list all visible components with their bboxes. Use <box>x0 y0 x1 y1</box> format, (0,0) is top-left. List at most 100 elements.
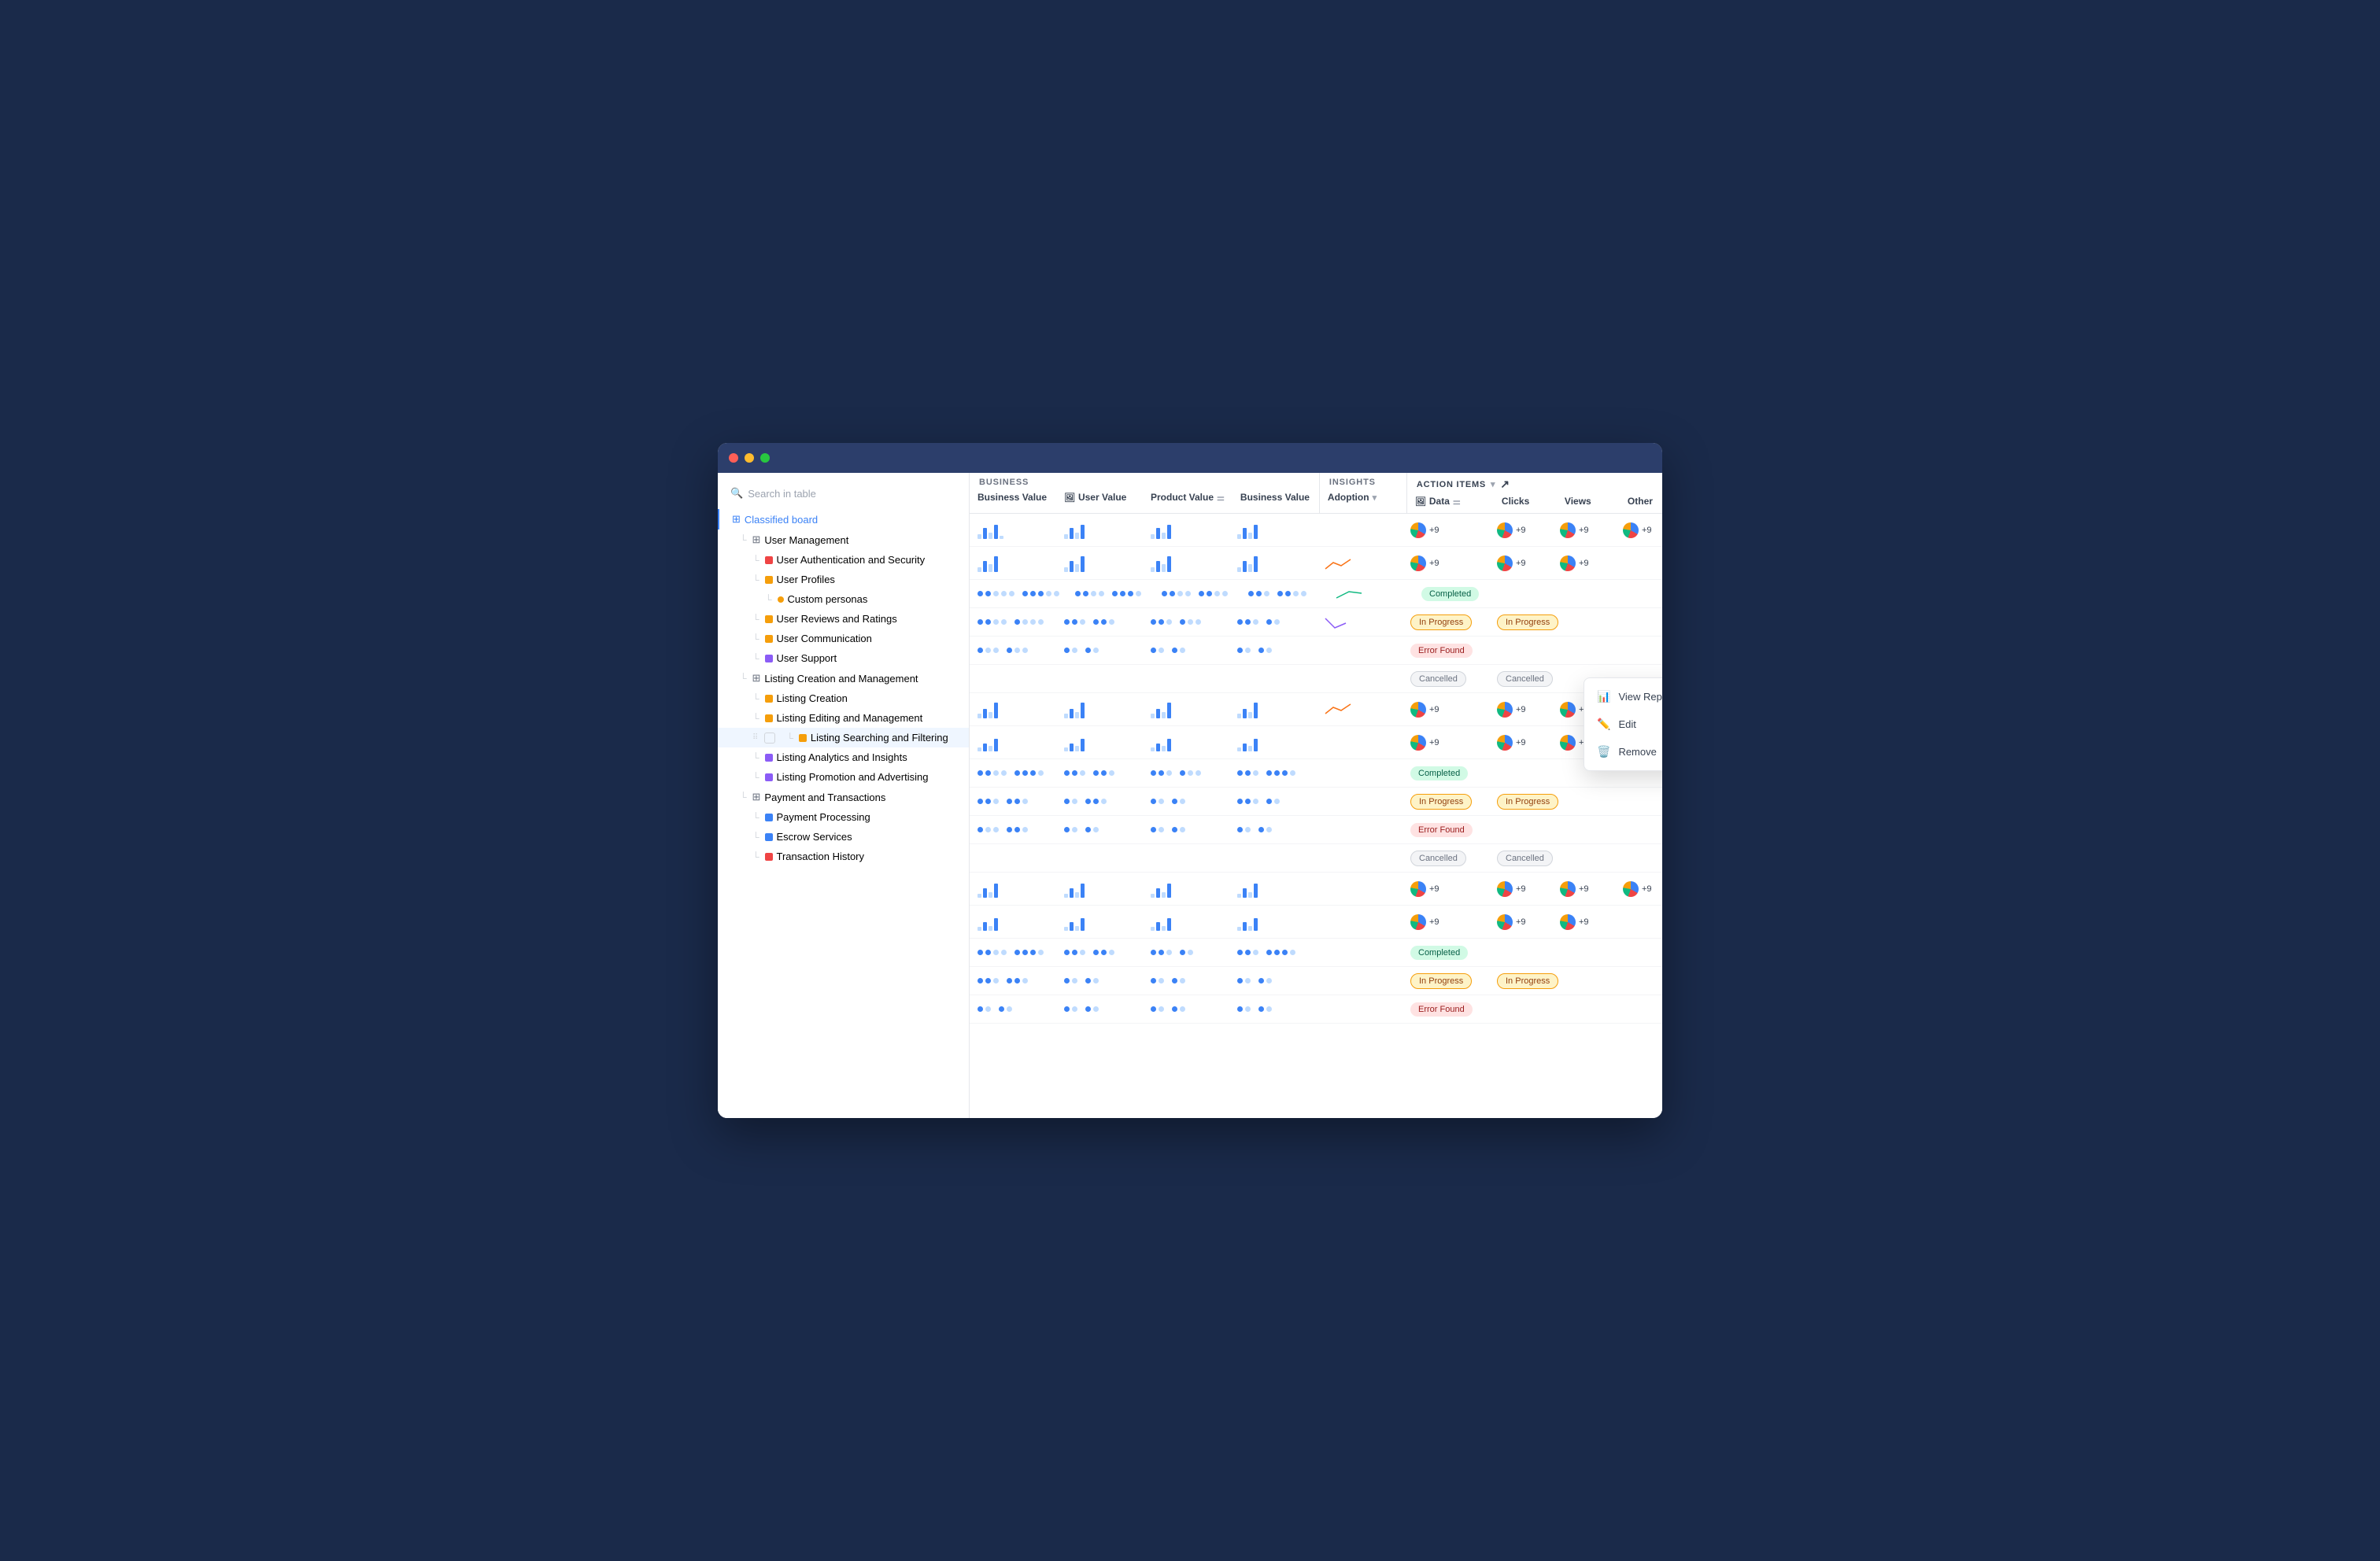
cell-status-errorfound: Error Found <box>1402 999 1489 1020</box>
connector-icon: └ <box>752 574 759 585</box>
tree-label: Transaction History <box>777 851 865 862</box>
cell-adoption <box>1316 855 1402 862</box>
cell-status-errorfound: Error Found <box>1402 820 1489 840</box>
cell-uv <box>1056 910 1143 934</box>
cell-bv2-1 <box>1229 518 1316 542</box>
connector-icon: └ <box>752 812 759 823</box>
sidebar-item-listing-searching[interactable]: ⠿ └ Listing Searching and Filtering <box>718 728 969 747</box>
tree-label: Listing Editing and Management <box>777 712 923 724</box>
sidebar-item-user-support[interactable]: └ User Support <box>718 648 969 668</box>
col-views[interactable]: Views <box>1557 493 1620 513</box>
status-dot-purple <box>765 754 773 762</box>
cell-bv1 <box>970 518 1056 542</box>
sidebar-item-user-auth[interactable]: └ User Authentication and Security <box>718 550 969 570</box>
filter-icon[interactable]: ▾ <box>1373 493 1377 503</box>
search-bar[interactable]: 🔍 Search in table <box>718 481 969 509</box>
connector-icon: └ <box>740 673 747 684</box>
cell-bv <box>970 767 1056 779</box>
dropdown-icon[interactable]: ▾ <box>1491 479 1495 489</box>
ctx-label: Remove <box>1618 746 1656 758</box>
cell-bv2 <box>1229 616 1316 628</box>
status-badge: In Progress <box>1497 973 1558 989</box>
cell-bv <box>970 1003 1056 1015</box>
context-menu-view-report[interactable]: 📊 View Report <box>1584 683 1662 710</box>
table-row: Error Found <box>970 816 1662 844</box>
tree-label: Payment and Transactions <box>764 792 885 803</box>
cell-bv2 <box>1229 552 1316 575</box>
col-label: Clicks <box>1502 496 1529 507</box>
sidebar-item-user-management[interactable]: └ ⊞ User Management <box>718 530 969 550</box>
sidebar-item-transaction-history[interactable]: └ Transaction History <box>718 847 969 866</box>
tree-label: Custom personas <box>788 593 868 605</box>
cell-uv <box>1056 947 1143 958</box>
cell-views-empty <box>1563 591 1626 597</box>
sidebar-item-payment-transactions[interactable]: └ ⊞ Payment and Transactions <box>718 787 969 807</box>
cell-pv <box>1143 855 1229 862</box>
business-col-headers: Business Value 🖼 User Value Product Valu… <box>970 489 1319 509</box>
minimize-button[interactable] <box>745 453 754 463</box>
col-business-value[interactable]: Business Value <box>970 489 1056 509</box>
cell-data: +9 <box>1402 699 1489 721</box>
status-dot-yellow <box>765 714 773 722</box>
row-checkbox[interactable] <box>764 733 775 744</box>
cell-adoption <box>1316 1006 1402 1013</box>
sidebar-item-classified-board[interactable]: ⊞ Classified board <box>718 509 969 530</box>
cell-adoption <box>1316 770 1402 777</box>
col-data[interactable]: 🖼 Data ⚌ <box>1407 493 1494 513</box>
col-business-value-2[interactable]: Business Value <box>1232 489 1319 509</box>
cell-status-completed: Completed <box>1414 584 1500 604</box>
sidebar-item-user-reviews[interactable]: └ User Reviews and Ratings <box>718 609 969 629</box>
context-menu-remove[interactable]: 🗑️ Remove <box>1584 738 1662 766</box>
context-menu-edit[interactable]: ✏️ Edit <box>1584 710 1662 738</box>
cell-data: +9 <box>1402 732 1489 754</box>
col-label: Product Value <box>1151 492 1214 503</box>
cell-adoption <box>1316 648 1402 654</box>
close-button[interactable] <box>729 453 738 463</box>
insights-col-headers: Adoption ▾ <box>1320 489 1406 509</box>
maximize-button[interactable] <box>760 453 770 463</box>
data-table: BUSINESS Business Value 🖼 User Value <box>970 473 1662 1024</box>
sidebar-item-custom-personas[interactable]: └ Custom personas <box>718 589 969 609</box>
cell-uv <box>1056 975 1143 987</box>
col-adoption[interactable]: Adoption ▾ <box>1320 489 1406 509</box>
sidebar-item-listing-promotion[interactable]: └ Listing Promotion and Advertising <box>718 767 969 787</box>
business-section: BUSINESS Business Value 🖼 User Value <box>970 473 1320 513</box>
tree-label: User Reviews and Ratings <box>777 613 897 625</box>
cell-bv2 <box>1229 877 1316 901</box>
cell-empty3 <box>1615 827 1662 833</box>
sidebar-item-listing-creation[interactable]: └ Listing Creation <box>718 688 969 708</box>
col-other[interactable]: Other <box>1620 493 1662 513</box>
cell-bv2 <box>1229 910 1316 934</box>
sidebar-item-user-comm[interactable]: └ User Communication <box>718 629 969 648</box>
cell-empty <box>1566 799 1629 805</box>
tree-label: User Profiles <box>777 574 835 585</box>
cell-adoption <box>1316 827 1402 833</box>
sidebar-item-escrow-services[interactable]: └ Escrow Services <box>718 827 969 847</box>
cell-bv <box>970 947 1056 958</box>
filter-icon[interactable]: ⚌ <box>1217 493 1225 503</box>
image-icon: 🖼 <box>1064 493 1075 503</box>
col-product-value[interactable]: Product Value ⚌ <box>1143 489 1232 509</box>
cell-other: +9 <box>1615 878 1662 900</box>
data-panel: BUSINESS Business Value 🖼 User Value <box>970 473 1662 1118</box>
sidebar-item-listing-creation-mgmt[interactable]: └ ⊞ Listing Creation and Management <box>718 668 969 688</box>
sidebar-item-payment-processing[interactable]: └ Payment Processing <box>718 807 969 827</box>
cell-clicks-inprogress: In Progress <box>1489 970 1566 992</box>
cell-adoption1 <box>1316 527 1402 533</box>
cell-adoption <box>1316 552 1402 575</box>
col-user-value[interactable]: 🖼 User Value <box>1056 489 1143 509</box>
cell-bv <box>970 616 1056 628</box>
tree-panel: 🔍 Search in table ⊞ Classified board └ ⊞… <box>718 473 970 1118</box>
status-dot-red <box>765 853 773 861</box>
filter-icon[interactable]: ⚌ <box>1453 496 1461 507</box>
col-clicks[interactable]: Clicks <box>1494 493 1557 513</box>
sidebar-item-listing-analytics[interactable]: └ Listing Analytics and Insights <box>718 747 969 767</box>
cell-empty2 <box>1629 978 1662 984</box>
table-row: +9 +9 +9 +9 <box>970 514 1662 547</box>
cell-uv <box>1056 731 1143 755</box>
sidebar-item-user-profiles[interactable]: └ User Profiles <box>718 570 969 589</box>
cell-empty <box>1489 648 1552 654</box>
action-items-text: ACTION ITEMS <box>1417 480 1486 489</box>
sidebar-item-listing-editing[interactable]: └ Listing Editing and Management <box>718 708 969 728</box>
cell-status-cancelled: Cancelled <box>1402 668 1489 690</box>
